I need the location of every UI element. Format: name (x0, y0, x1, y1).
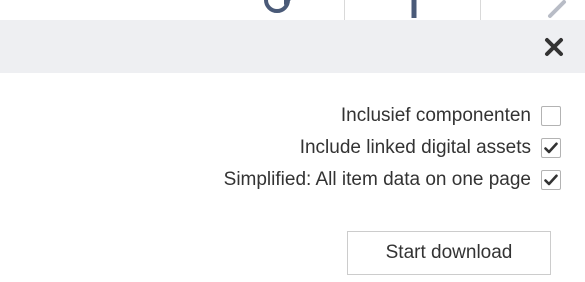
start-download-button[interactable]: Start download (347, 231, 551, 275)
option-row-include-components: Inclusief componenten (224, 100, 561, 132)
toolbar-divider (480, 0, 481, 20)
export-options: Inclusief componenten Include linked dig… (224, 100, 561, 196)
dialog-header (0, 20, 585, 73)
edit-icon[interactable] (547, 0, 569, 20)
include-linked-assets-checkbox[interactable] (541, 138, 561, 158)
refresh-icon[interactable] (262, 0, 292, 20)
include-components-checkbox[interactable] (541, 106, 561, 126)
close-icon[interactable] (542, 35, 566, 59)
toolbar-divider (344, 0, 345, 20)
option-label: Inclusief componenten (340, 105, 531, 126)
checkmark-icon (544, 174, 558, 186)
option-row-linked-assets: Include linked digital assets (224, 132, 561, 164)
checkmark-icon (544, 142, 558, 154)
option-row-simplified: Simplified: All item data on one page (224, 164, 561, 196)
option-label: Include linked digital assets (299, 137, 531, 158)
toolbar (0, 0, 585, 20)
option-label: Simplified: All item data on one page (223, 169, 531, 190)
pin-icon[interactable] (404, 0, 424, 20)
simplified-checkbox[interactable] (541, 170, 561, 190)
